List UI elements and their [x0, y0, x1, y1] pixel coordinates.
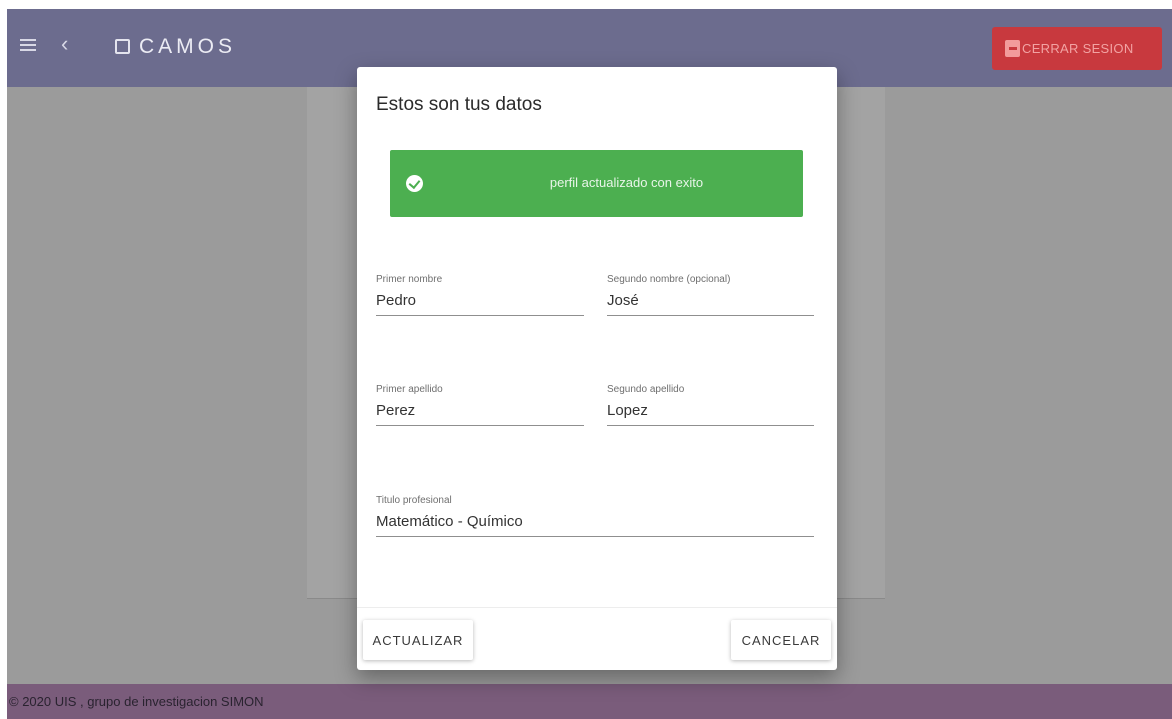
second-name-label: Segundo nombre (opcional) — [607, 274, 731, 285]
first-name-label: Primer nombre — [376, 274, 443, 285]
footer-text: © 2020 UIS , grupo de investigacion SIMO… — [9, 694, 264, 709]
exit-icon — [1005, 40, 1020, 57]
square-logo-icon — [115, 39, 130, 54]
actions-divider — [357, 607, 837, 608]
second-surname-input[interactable] — [607, 402, 814, 426]
professional-title-label: Titulo profesional — [376, 495, 452, 506]
professional-title-input[interactable] — [376, 513, 814, 537]
update-button[interactable]: ACTUALIZAR — [363, 620, 473, 660]
profile-dialog: Estos son tus datos perfil actualizado c… — [357, 67, 837, 670]
chevron-left-icon[interactable]: ‹ — [61, 31, 68, 57]
first-name-input[interactable] — [376, 292, 584, 316]
logout-label: CERRAR SESION — [1022, 41, 1134, 56]
second-name-input[interactable] — [607, 292, 814, 316]
logout-button[interactable]: CERRAR SESION — [992, 27, 1162, 70]
professional-title-field: Titulo profesional — [376, 495, 814, 537]
second-name-field: Segundo nombre (opcional) — [607, 274, 814, 316]
app-title: CAMOS — [139, 35, 237, 58]
check-circle-icon — [406, 175, 423, 192]
first-surname-input[interactable] — [376, 402, 584, 426]
cancel-button[interactable]: CANCELAR — [731, 620, 831, 660]
dialog-title: Estos son tus datos — [376, 94, 542, 115]
second-surname-label: Segundo apellido — [607, 384, 685, 395]
alert-message: perfil actualizado con exito — [549, 175, 704, 190]
success-alert: perfil actualizado con exito — [390, 150, 803, 217]
first-surname-label: Primer apellido — [376, 384, 443, 395]
footer: © 2020 UIS , grupo de investigacion SIMO… — [7, 684, 1172, 719]
first-name-field: Primer nombre — [376, 274, 584, 316]
menu-icon[interactable] — [20, 39, 36, 52]
second-surname-field: Segundo apellido — [607, 384, 814, 426]
first-surname-field: Primer apellido — [376, 384, 584, 426]
